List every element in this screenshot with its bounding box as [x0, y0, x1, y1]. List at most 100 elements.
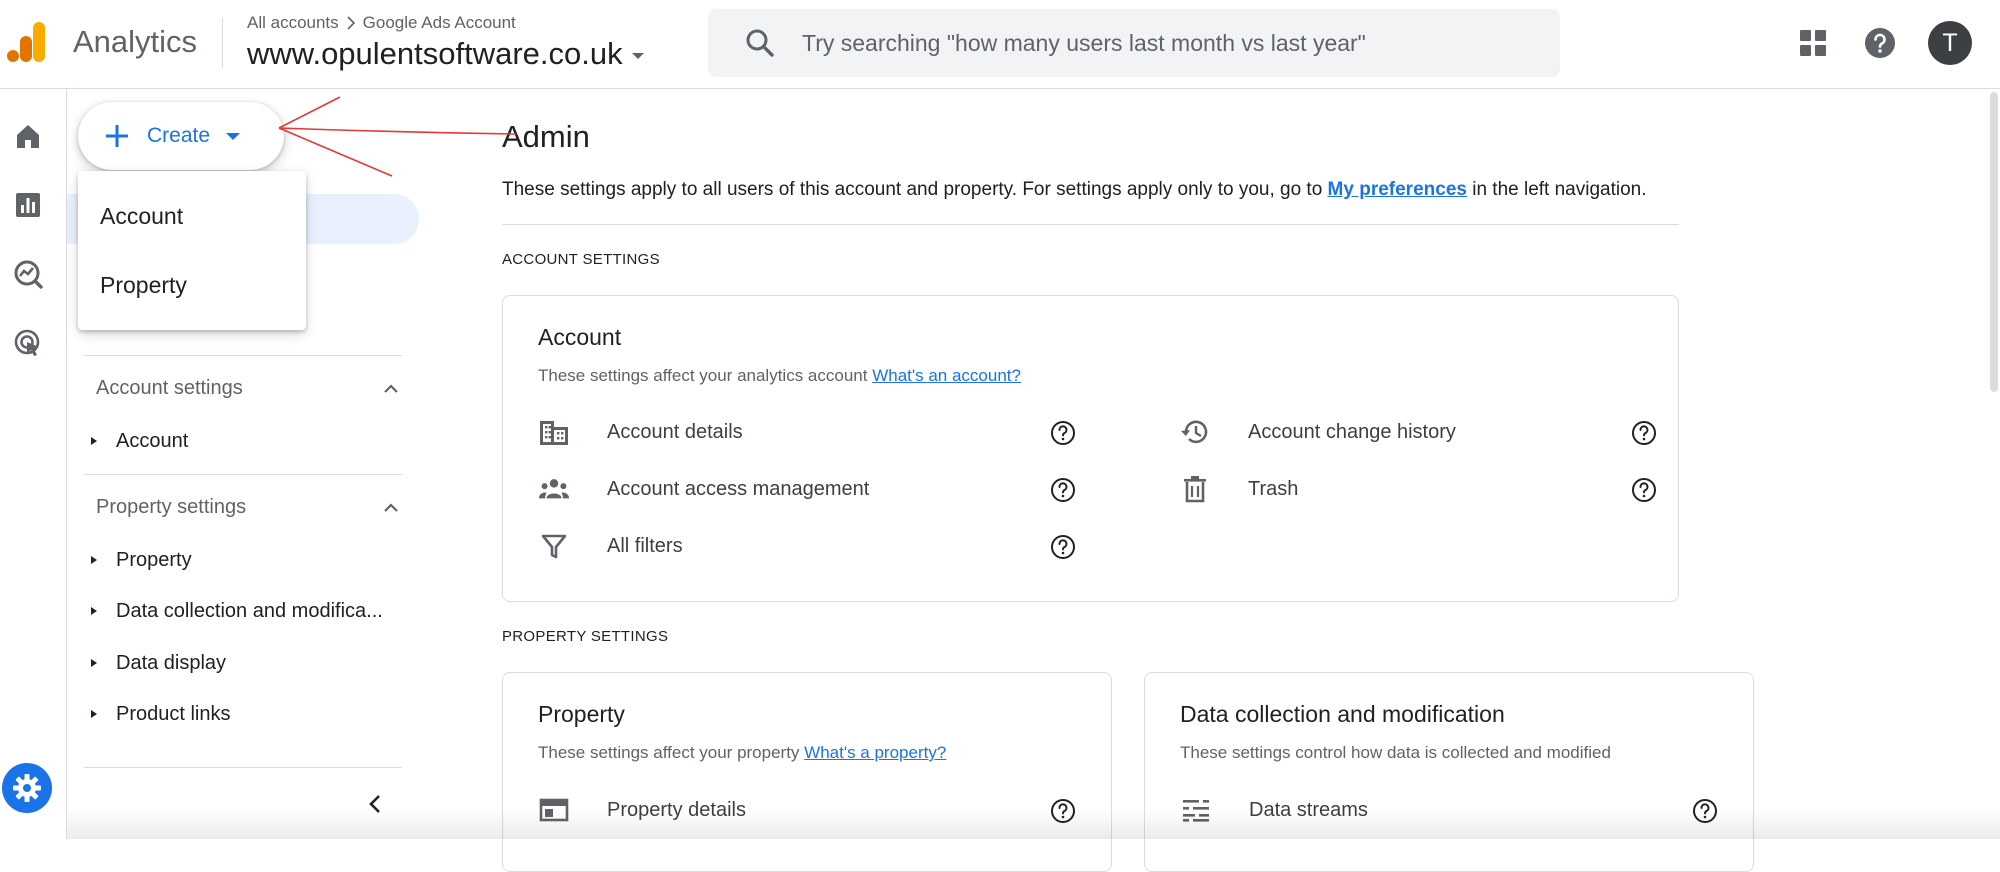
- menu-item-property[interactable]: Property: [78, 259, 306, 311]
- account-access-management-row[interactable]: Account access management: [538, 469, 1078, 509]
- apps-grid-icon[interactable]: [1793, 23, 1833, 63]
- avatar[interactable]: T: [1928, 21, 1972, 65]
- expand-arrow-icon: [87, 707, 101, 721]
- help-circle-icon[interactable]: [1050, 477, 1076, 503]
- help-circle-icon[interactable]: [1692, 798, 1718, 824]
- property-details-icon: [538, 796, 570, 824]
- card-title: Data collection and modification: [1180, 701, 1505, 727]
- help-circle-icon[interactable]: [1050, 420, 1076, 446]
- account-change-history-row[interactable]: Account change history: [1179, 412, 1619, 452]
- home-icon[interactable]: [10, 118, 46, 154]
- collapse-nav-chevron-left-icon[interactable]: [360, 788, 392, 820]
- sidebar-item-label: Product links: [116, 702, 231, 725]
- analytics-logo-icon[interactable]: [6, 20, 48, 64]
- expand-arrow-icon: [87, 656, 101, 670]
- whats-an-account-link[interactable]: What's an account?: [872, 366, 1021, 385]
- sidebar-item-account[interactable]: Account: [79, 421, 419, 461]
- sidebar-item-product-links[interactable]: Product links: [79, 694, 419, 734]
- row-label: Account access management: [607, 477, 870, 500]
- sidebar-item-data-collection[interactable]: Data collection and modifica...: [79, 591, 419, 631]
- nav-divider: [84, 355, 402, 356]
- breadcrumb-account[interactable]: Google Ads Account: [363, 13, 516, 33]
- card-subtitle-text: These settings affect your property: [538, 743, 805, 762]
- card-subtitle: These settings affect your property What…: [538, 743, 946, 763]
- people-icon: [538, 475, 570, 503]
- explore-icon[interactable]: [10, 256, 46, 292]
- create-menu: Account Property: [78, 171, 306, 330]
- sidebar-item-property[interactable]: Property: [79, 540, 419, 580]
- section-divider: [502, 224, 1679, 225]
- property-settings-label: Property settings: [96, 496, 247, 518]
- trash-row[interactable]: Trash: [1179, 469, 1619, 509]
- page-title: Admin: [502, 119, 590, 154]
- row-label: All filters: [607, 534, 683, 557]
- property-settings-section-toggle[interactable]: Property settings: [96, 496, 401, 519]
- app-title: Analytics: [73, 24, 198, 59]
- description-text: These settings apply to all users of thi…: [502, 179, 1328, 200]
- property-name: www.opulentsoftware.co.uk: [247, 36, 623, 71]
- whats-a-property-link[interactable]: What's a property?: [804, 743, 946, 762]
- property-details-row[interactable]: Property details: [538, 790, 1078, 830]
- search-bar[interactable]: [708, 9, 1560, 77]
- property-settings-heading: PROPERTY SETTINGS: [502, 628, 669, 645]
- breadcrumb[interactable]: All accounts Google Ads Account: [247, 13, 516, 33]
- account-card: Account These settings affect your analy…: [502, 295, 1679, 602]
- card-subtitle: These settings affect your analytics acc…: [538, 366, 1021, 386]
- sidebar-item-label: Account: [116, 429, 189, 452]
- row-label: Property details: [607, 798, 746, 821]
- account-details-row[interactable]: Account details: [538, 412, 1078, 452]
- expand-arrow-icon: [87, 434, 101, 448]
- nav-divider: [84, 767, 402, 768]
- expand-arrow-icon: [87, 553, 101, 567]
- my-preferences-link[interactable]: My preferences: [1328, 179, 1467, 200]
- property-card: Property These settings affect your prop…: [502, 672, 1112, 872]
- reports-icon[interactable]: [10, 187, 46, 223]
- breadcrumb-all-accounts[interactable]: All accounts: [247, 13, 339, 33]
- all-filters-row[interactable]: All filters: [538, 526, 1078, 566]
- expand-arrow-icon: [87, 604, 101, 618]
- help-icon[interactable]: [1860, 23, 1900, 63]
- row-label: Data streams: [1249, 798, 1368, 821]
- caret-down-icon: [627, 45, 649, 67]
- data-streams-icon: [1180, 796, 1212, 824]
- scrollbar[interactable]: [1990, 92, 1998, 392]
- main-content: Admin These settings apply to all users …: [427, 89, 2000, 872]
- help-circle-icon[interactable]: [1631, 420, 1657, 446]
- help-circle-icon[interactable]: [1631, 477, 1657, 503]
- caret-down-icon: [222, 125, 244, 147]
- search-input[interactable]: [800, 28, 1524, 58]
- card-subtitle: These settings control how data is colle…: [1180, 743, 1611, 762]
- sidebar-item-label: Property: [116, 548, 192, 571]
- help-circle-icon[interactable]: [1050, 534, 1076, 560]
- menu-item-label: Property: [100, 271, 187, 298]
- row-label: Account details: [607, 420, 743, 443]
- top-app-bar: Analytics All accounts Google Ads Accoun…: [0, 0, 2000, 89]
- data-streams-row[interactable]: Data streams: [1180, 790, 1720, 830]
- card-title: Account: [538, 324, 622, 350]
- sidebar-item-data-display[interactable]: Data display: [79, 643, 419, 683]
- create-button[interactable]: Create: [78, 102, 284, 170]
- property-selector[interactable]: www.opulentsoftware.co.uk: [247, 36, 649, 72]
- account-settings-heading: ACCOUNT SETTINGS: [502, 251, 660, 268]
- nav-divider: [84, 474, 402, 475]
- help-circle-icon[interactable]: [1050, 798, 1076, 824]
- sidebar-item-label: Data collection and modifica...: [116, 599, 383, 622]
- plus-icon: [103, 122, 131, 150]
- description-text: in the left navigation.: [1466, 179, 1647, 200]
- account-settings-label: Account settings: [96, 377, 243, 399]
- left-rail: [0, 89, 67, 839]
- admin-settings-icon[interactable]: [2, 763, 52, 813]
- data-collection-card: Data collection and modification These s…: [1144, 672, 1754, 872]
- chevron-right-icon: [343, 15, 359, 31]
- card-title: Property: [538, 701, 625, 727]
- filter-icon: [538, 532, 570, 560]
- page-description: These settings apply to all users of thi…: [502, 179, 1647, 201]
- advertising-icon[interactable]: [10, 325, 46, 361]
- menu-item-label: Account: [100, 202, 184, 229]
- row-label: Trash: [1248, 477, 1299, 500]
- trash-icon: [1179, 475, 1211, 503]
- account-settings-section-toggle[interactable]: Account settings: [96, 377, 401, 400]
- sidebar-item-label: Data display: [116, 651, 227, 674]
- history-icon: [1179, 418, 1211, 446]
- menu-item-account[interactable]: Account: [78, 190, 306, 242]
